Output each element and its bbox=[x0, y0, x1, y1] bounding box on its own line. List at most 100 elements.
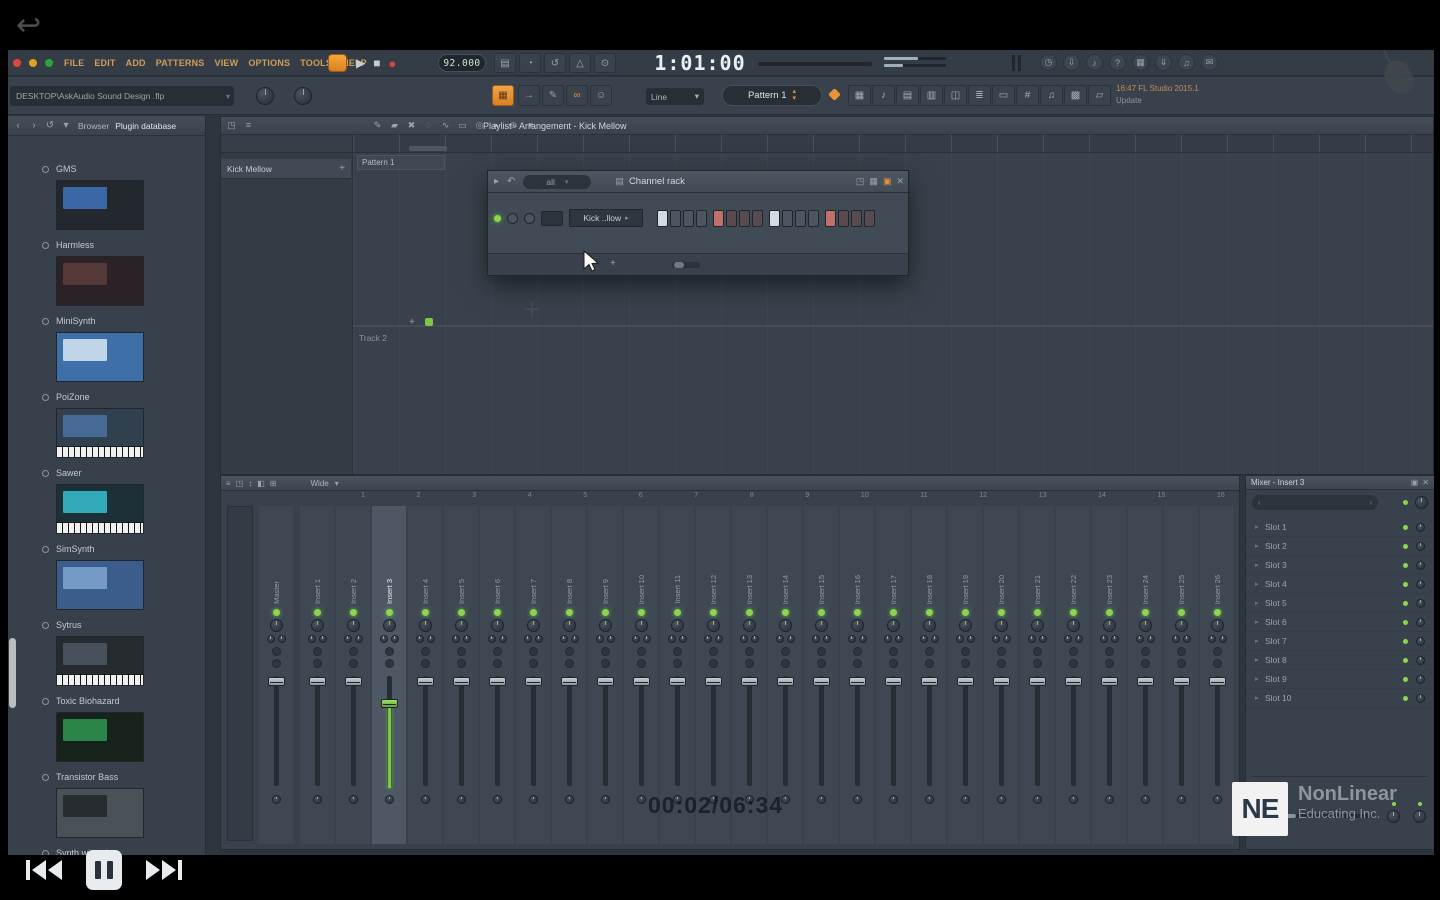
fx-slot-led[interactable] bbox=[1403, 544, 1408, 549]
strip-led[interactable] bbox=[782, 609, 789, 616]
fl-logo-icon[interactable] bbox=[328, 54, 347, 72]
strip-pan-knob[interactable] bbox=[1031, 619, 1044, 632]
strip-stereo-knobs[interactable] bbox=[1136, 635, 1155, 643]
step-record-icon[interactable]: → bbox=[518, 85, 540, 106]
strip-bottom-knob[interactable] bbox=[385, 795, 394, 804]
strip-fader[interactable] bbox=[336, 673, 370, 791]
strip-pan-knob[interactable] bbox=[1175, 619, 1188, 632]
fx-detach-icon[interactable]: ▣ bbox=[1411, 478, 1419, 487]
strip-route-buttons[interactable] bbox=[853, 647, 862, 668]
strip-bottom-knob[interactable] bbox=[272, 795, 281, 804]
path-caret-icon[interactable]: ▾ bbox=[226, 92, 230, 101]
previous-button[interactable] bbox=[26, 860, 62, 880]
mixer-strip-master[interactable]: Master bbox=[259, 506, 293, 844]
strip-route-buttons[interactable] bbox=[925, 647, 934, 668]
strip-stereo-knobs[interactable] bbox=[308, 635, 327, 643]
fx-preset-prev-icon[interactable]: ‹ bbox=[1258, 498, 1261, 507]
channel-rack-titlebar[interactable]: ▸↶ all ▾ ▤ Channel rack ◳▦▣✕ bbox=[488, 171, 908, 193]
strip-fader[interactable] bbox=[768, 673, 802, 791]
playlist-menu-icon[interactable]: ≡ bbox=[242, 120, 255, 131]
strip-pan-knob[interactable] bbox=[347, 619, 360, 632]
browser-forward-icon[interactable]: › bbox=[28, 120, 40, 131]
strip-led[interactable] bbox=[314, 609, 321, 616]
strip-stereo-knobs[interactable] bbox=[632, 635, 651, 643]
strip-bottom-knob[interactable] bbox=[1213, 795, 1222, 804]
strip-led[interactable] bbox=[638, 609, 645, 616]
strip-stereo-knobs[interactable] bbox=[1172, 635, 1191, 643]
strip-route-buttons[interactable] bbox=[1177, 647, 1186, 668]
strip-bottom-knob[interactable] bbox=[961, 795, 970, 804]
strip-pan-knob[interactable] bbox=[779, 619, 792, 632]
strip-stereo-knobs[interactable] bbox=[884, 635, 903, 643]
strip-pan-knob[interactable] bbox=[563, 619, 576, 632]
strip-fader[interactable] bbox=[660, 673, 694, 791]
fx-slot-7[interactable]: ▸Slot 7 bbox=[1246, 632, 1434, 651]
strip-pan-knob[interactable] bbox=[1139, 619, 1152, 632]
fx-mix-knob[interactable] bbox=[1415, 496, 1428, 509]
fx-slot-6[interactable]: ▸Slot 6 bbox=[1246, 613, 1434, 632]
mixer-strip-insert-18[interactable]: Insert 18 bbox=[912, 506, 946, 844]
strip-led[interactable] bbox=[1106, 609, 1113, 616]
strip-fader[interactable] bbox=[516, 673, 550, 791]
strip-bottom-knob[interactable] bbox=[457, 795, 466, 804]
gallery-icon[interactable]: ▦ bbox=[1132, 54, 1149, 71]
step-cell-2[interactable] bbox=[670, 210, 681, 227]
update-arrow-icon[interactable]: ⇩ bbox=[1063, 54, 1080, 71]
strip-pan-knob[interactable] bbox=[383, 619, 396, 632]
fx-titlebar[interactable]: Mixer - Insert 3 ▣✕ bbox=[1246, 476, 1434, 490]
strip-route-buttons[interactable] bbox=[889, 647, 898, 668]
add-channel-icon[interactable]: + bbox=[610, 258, 616, 269]
fx-slot-knob[interactable] bbox=[1416, 675, 1425, 684]
strip-fader[interactable] bbox=[300, 673, 334, 791]
strip-bottom-knob[interactable] bbox=[1141, 795, 1150, 804]
close-window-icon[interactable] bbox=[13, 59, 21, 67]
mixer-strip-insert-8[interactable]: Insert 8 bbox=[552, 506, 586, 844]
rack-graph-icon[interactable]: ▣ bbox=[883, 176, 892, 187]
fx-close-icon[interactable]: ✕ bbox=[1422, 478, 1429, 487]
strip-led[interactable] bbox=[818, 609, 825, 616]
menu-file[interactable]: FILE bbox=[64, 58, 84, 68]
mute-tool-icon[interactable]: ◌ bbox=[422, 120, 435, 131]
master-pitch-knob[interactable] bbox=[294, 87, 312, 105]
strip-pan-knob[interactable] bbox=[995, 619, 1008, 632]
strip-bottom-knob[interactable] bbox=[493, 795, 502, 804]
window-traffic-lights[interactable] bbox=[13, 59, 53, 67]
strip-pan-knob[interactable] bbox=[887, 619, 900, 632]
strip-route-buttons[interactable] bbox=[493, 647, 502, 668]
mixer-strip-insert-2[interactable]: Insert 2 bbox=[336, 506, 370, 844]
strip-bottom-knob[interactable] bbox=[817, 795, 826, 804]
tempo-tap-icon[interactable]: # bbox=[1016, 85, 1039, 106]
strip-pan-knob[interactable] bbox=[671, 619, 684, 632]
fx-slot-knob[interactable] bbox=[1416, 694, 1425, 703]
playlist-timeline-ruler[interactable] bbox=[353, 135, 1433, 153]
mixer-strip-insert-16[interactable]: Insert 16 bbox=[840, 506, 874, 844]
strip-pan-knob[interactable] bbox=[1103, 619, 1116, 632]
status-line2[interactable]: Update bbox=[1116, 95, 1199, 107]
strip-led[interactable] bbox=[1070, 609, 1077, 616]
loop-marker[interactable] bbox=[409, 146, 447, 151]
step-cell-8[interactable] bbox=[752, 210, 763, 227]
play-button[interactable]: ▶ bbox=[356, 56, 365, 70]
strip-stereo-knobs[interactable] bbox=[560, 635, 579, 643]
strip-bottom-knob[interactable] bbox=[997, 795, 1006, 804]
menu-patterns[interactable]: PATTERNS bbox=[156, 58, 205, 68]
strip-fader[interactable] bbox=[1056, 673, 1090, 791]
mixer-view-label[interactable]: Wide bbox=[311, 479, 329, 488]
mixer-strip-insert-6[interactable]: Insert 6 bbox=[480, 506, 514, 844]
metronome-icon[interactable]: △ bbox=[569, 53, 591, 73]
time-display[interactable]: 1:01:00 bbox=[650, 50, 750, 76]
strip-fader[interactable] bbox=[732, 673, 766, 791]
strip-bottom-knob[interactable] bbox=[1177, 795, 1186, 804]
mixer-strip-insert-23[interactable]: Insert 23 bbox=[1092, 506, 1126, 844]
strip-fader[interactable] bbox=[984, 673, 1018, 791]
swing-slider[interactable] bbox=[672, 262, 700, 268]
mixer-strip-insert-7[interactable]: Insert 7 bbox=[516, 506, 550, 844]
overdub-icon[interactable]: ⊙ bbox=[594, 53, 616, 73]
pause-button[interactable] bbox=[86, 850, 122, 890]
countdown-icon[interactable]: ◔ bbox=[519, 53, 541, 73]
strip-route-buttons[interactable] bbox=[637, 647, 646, 668]
browser-item-gms[interactable]: GMS bbox=[8, 162, 205, 238]
typing-keyboard-icon[interactable]: ▤ bbox=[494, 53, 516, 73]
playlist-toggle-icon[interactable]: ▦ bbox=[848, 85, 871, 106]
fx-preset-next-icon[interactable]: › bbox=[1369, 498, 1372, 507]
